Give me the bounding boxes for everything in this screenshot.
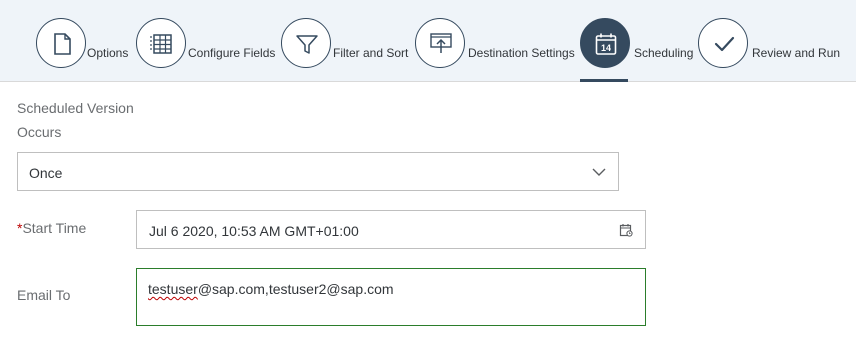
chevron-down-icon[interactable] [592, 168, 606, 177]
wizard-step-filter-and-sort[interactable]: Filter and Sort [281, 0, 415, 82]
wizard-step-options[interactable]: Options [36, 0, 136, 82]
wizard-step-review-and-run-circle[interactable] [698, 18, 748, 68]
start-time-label: *Start Time [17, 220, 86, 236]
wizard-step-label: Configure Fields [188, 46, 276, 60]
wizard-step-review-and-run[interactable]: Review and Run [698, 0, 848, 82]
wizard-step-configure-fields-circle[interactable] [136, 18, 186, 68]
wizard-step-options-circle[interactable] [36, 18, 86, 68]
wizard-step-scheduling-circle[interactable]: 14 [580, 18, 630, 68]
wizard-step-destination-settings-circle[interactable] [415, 18, 465, 68]
start-time-value: Jul 6 2020, 10:53 AM GMT+01:00 [149, 223, 359, 239]
wizard-step-scheduling[interactable]: 14 Scheduling [580, 0, 698, 82]
wizard-step-label: Destination Settings [468, 46, 575, 60]
start-time-label-text: Start Time [22, 220, 87, 236]
wizard-step-label: Review and Run [752, 46, 841, 60]
email-to-label: Email To [17, 287, 71, 303]
calendar-icon-day: 14 [601, 43, 611, 53]
start-time-input[interactable]: Jul 6 2020, 10:53 AM GMT+01:00 [136, 210, 646, 249]
occurs-select[interactable]: Once [17, 152, 619, 191]
wizard-step-filter-and-sort-circle[interactable] [281, 18, 331, 68]
calendar-icon: 14 [595, 33, 617, 55]
wizard-step-label: Options [87, 46, 129, 60]
upload-board-icon [430, 33, 452, 53]
wizard-step-label: Filter and Sort [333, 46, 409, 60]
occurs-label: Occurs [17, 124, 62, 140]
checkmark-icon [714, 36, 735, 52]
email-to-value: testuser@sap.com,testuser2@sap.com [148, 281, 394, 297]
email-to-value-rest: @sap.com,testuser2@sap.com [197, 281, 394, 297]
occurs-select-value: Once [29, 165, 63, 181]
table-icon [150, 34, 172, 54]
calendar-picker-icon[interactable] [619, 223, 633, 237]
document-icon [54, 33, 71, 55]
wizard-progress-bar: Options Configure Fields Filter and Sort [0, 0, 856, 82]
spellcheck-flagged-word: testuser [148, 281, 198, 297]
section-title: Scheduled Version [17, 100, 134, 116]
email-to-field[interactable]: testuser@sap.com,testuser2@sap.com [136, 268, 646, 326]
active-step-indicator [580, 79, 628, 82]
wizard-step-configure-fields[interactable]: Configure Fields [136, 0, 281, 82]
wizard-step-label: Scheduling [634, 46, 694, 60]
filter-icon [296, 35, 318, 54]
wizard-step-destination-settings[interactable]: Destination Settings [415, 0, 580, 82]
